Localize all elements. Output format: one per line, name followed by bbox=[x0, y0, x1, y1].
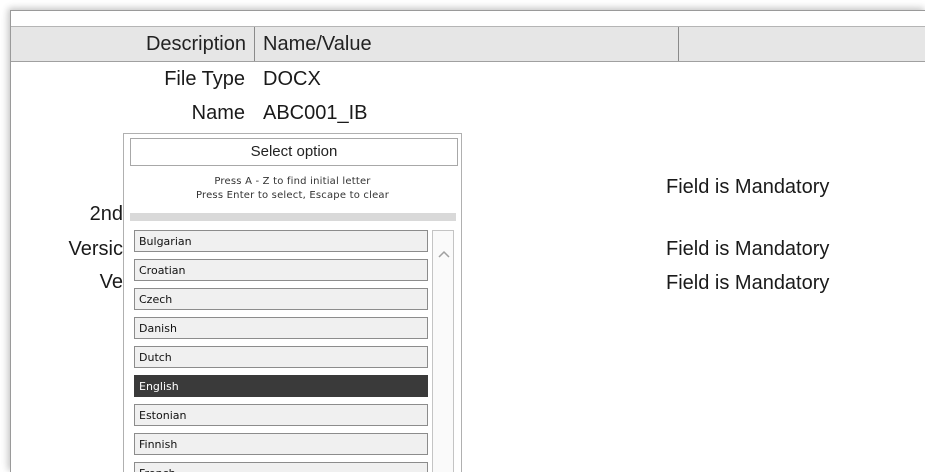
option-list-scrollbar[interactable] bbox=[432, 230, 454, 472]
column-header-name-value[interactable]: Name/Value bbox=[255, 27, 679, 61]
popup-hint-enter: Press Enter to select, Escape to clear bbox=[195, 190, 390, 201]
option-item-danish[interactable]: Danish bbox=[134, 317, 428, 339]
chevron-up-icon[interactable] bbox=[437, 247, 451, 261]
mandatory-note: Field is Mandatory bbox=[666, 176, 830, 198]
option-item-estonian[interactable]: Estonian bbox=[134, 404, 428, 426]
popup-title: Select option bbox=[130, 138, 458, 166]
row-value-name[interactable]: ABC001_IB bbox=[263, 102, 368, 125]
row-label-partial-version: Versic bbox=[68, 238, 123, 260]
popup-hint-letter: Press A - Z to find initial letter bbox=[214, 176, 371, 187]
option-item-dutch[interactable]: Dutch bbox=[134, 346, 428, 368]
option-item-finnish[interactable]: Finnish bbox=[134, 433, 428, 455]
table-header: Description Name/Value bbox=[11, 26, 925, 62]
option-item-english[interactable]: English bbox=[134, 375, 428, 397]
column-header-description[interactable]: Description bbox=[11, 27, 255, 61]
option-item-czech[interactable]: Czech bbox=[134, 288, 428, 310]
row-label-file-type: File Type bbox=[164, 68, 245, 90]
option-item-croatian[interactable]: Croatian bbox=[134, 259, 428, 281]
row-label-name: Name bbox=[191, 102, 245, 124]
row-label-partial-ve: Ve bbox=[99, 271, 123, 293]
row-label-partial-2nd: 2nd bbox=[89, 203, 123, 225]
window-frame: Description Name/Value File Type DOCX Na… bbox=[10, 10, 925, 472]
mandatory-note: Field is Mandatory bbox=[666, 238, 830, 260]
option-item-bulgarian[interactable]: Bulgarian bbox=[134, 230, 428, 252]
select-option-popup[interactable]: Select option Press A - Z to find initia… bbox=[123, 133, 462, 472]
mandatory-note: Field is Mandatory bbox=[666, 272, 830, 294]
row-value-file-type[interactable]: DOCX bbox=[263, 68, 321, 91]
popup-divider bbox=[130, 213, 456, 221]
option-list[interactable]: Bulgarian Croatian Czech Danish Dutch En… bbox=[134, 230, 432, 472]
column-header-extra[interactable] bbox=[679, 27, 925, 61]
